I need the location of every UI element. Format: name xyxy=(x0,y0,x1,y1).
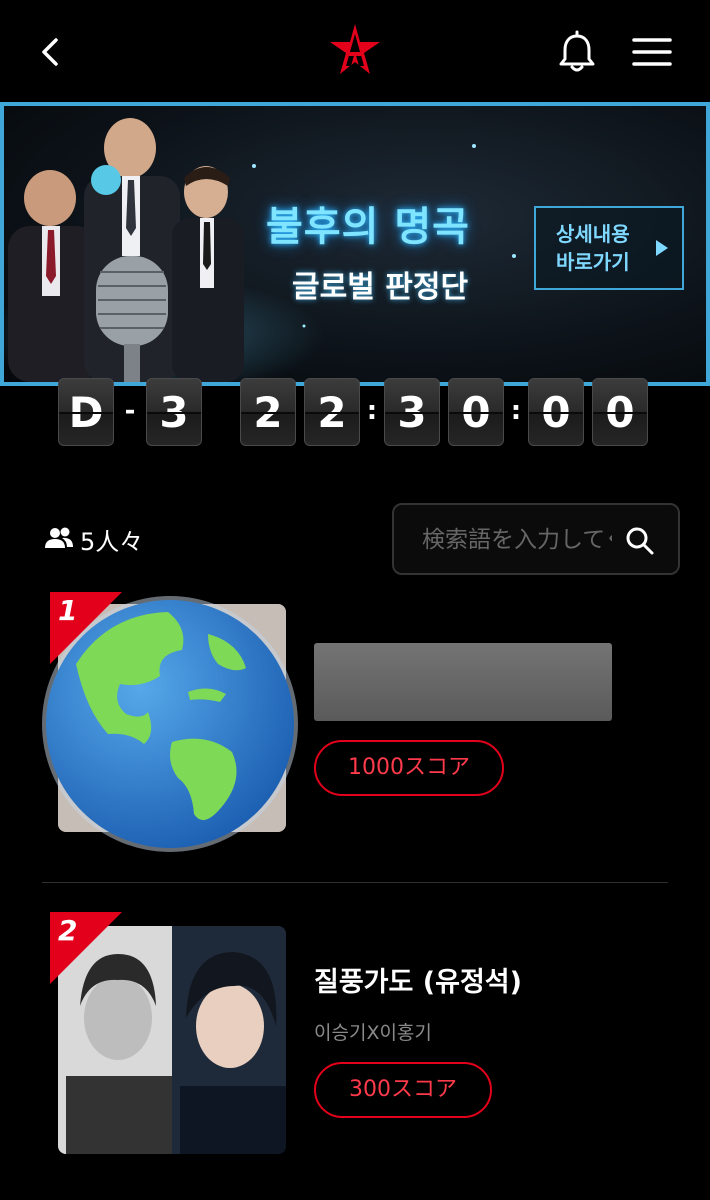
countdown-hours-tile-2: 2 xyxy=(304,378,360,446)
countdown-minutes-tile-1: 3 xyxy=(384,378,440,446)
song-artist: 이승기X이홍기 xyxy=(314,1022,432,1044)
chevron-left-icon xyxy=(42,38,58,66)
countdown-days-tile: 3 xyxy=(146,378,202,446)
search-icon[interactable] xyxy=(624,525,656,557)
banner-subtitle: 글로벌 판정단 xyxy=(292,270,469,305)
countdown-seconds-tile-2: 0 xyxy=(592,378,648,446)
countdown-colon: : xyxy=(510,396,522,426)
score-button[interactable]: 1000スコア xyxy=(314,740,504,796)
play-arrow-icon xyxy=(656,240,668,256)
star-a-logo-icon xyxy=(330,24,380,74)
countdown-hours-tile-1: 2 xyxy=(240,378,296,446)
countdown-dash: - xyxy=(124,396,136,426)
search-box xyxy=(392,503,680,575)
users-icon xyxy=(45,527,73,548)
countdown-minutes-tile-2: 0 xyxy=(448,378,504,446)
divider xyxy=(42,882,668,883)
promo-banner[interactable]: 불후의 명곡 글로벌 판정단 상세내용 바로가기 xyxy=(0,102,710,386)
rank-number: 2 xyxy=(58,914,78,947)
countdown-colon: : xyxy=(366,396,378,426)
score-button[interactable]: 300スコア xyxy=(314,1062,492,1118)
search-input[interactable] xyxy=(422,521,612,559)
back-button[interactable] xyxy=(30,28,74,76)
countdown-timer: D - 3 2 2 : 3 0 : 0 0 xyxy=(58,378,658,448)
banner-detail-label: 상세내용 바로가기 xyxy=(556,222,630,274)
redacted-title-block xyxy=(314,643,612,721)
song-title: 질풍가도 (유정석) xyxy=(314,967,522,998)
rank-number: 1 xyxy=(58,594,78,627)
countdown-seconds-tile-1: 0 xyxy=(528,378,584,446)
bell-icon xyxy=(559,30,595,72)
countdown-d-tile: D xyxy=(58,378,114,446)
top-header xyxy=(0,0,710,100)
hamburger-menu-icon xyxy=(632,38,672,66)
notification-button[interactable] xyxy=(552,28,602,78)
app-logo[interactable] xyxy=(326,22,384,78)
menu-button[interactable] xyxy=(628,30,678,74)
banner-detail-button[interactable]: 상세내용 바로가기 xyxy=(534,206,684,290)
participant-count-label: 5人々 xyxy=(80,528,144,556)
banner-title: 불후의 명곡 xyxy=(266,204,470,250)
